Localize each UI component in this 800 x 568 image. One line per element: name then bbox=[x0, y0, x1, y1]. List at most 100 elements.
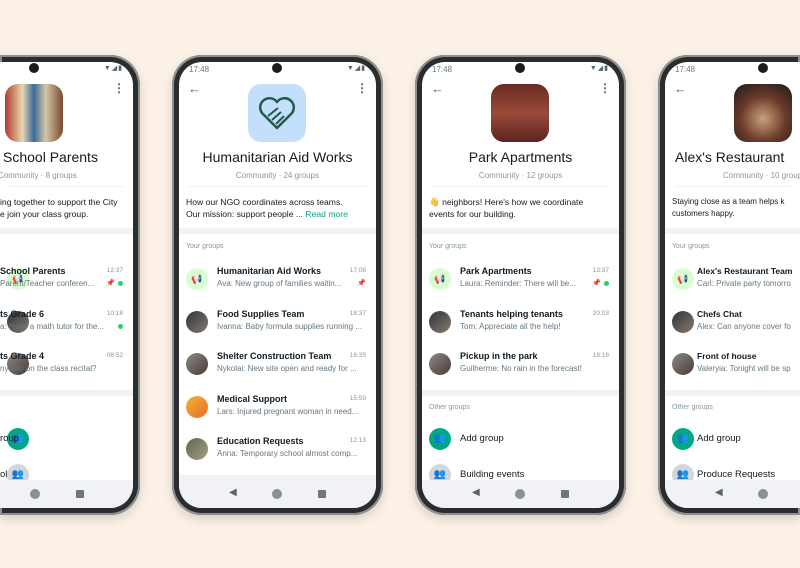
group-name: ts Grade 6 bbox=[0, 308, 45, 319]
description-line: How our NGO coordinates across teams. bbox=[186, 197, 343, 207]
group-preview: Parent/Teacher conferen... bbox=[0, 279, 95, 288]
group-name: Alex's Restaurant Team bbox=[697, 266, 793, 276]
group-name: Pickup in the park bbox=[460, 351, 538, 361]
community-avatar bbox=[734, 84, 792, 142]
add-group-icon: 👥 bbox=[672, 427, 694, 450]
phone-screen: ▼◢▮ ⋮ School Parents Community · 8 groups in… bbox=[0, 62, 133, 508]
nav-recents-button[interactable] bbox=[561, 490, 569, 498]
more-options-icon[interactable]: ⋮ bbox=[356, 81, 368, 95]
group-name: Humanitarian Aid Works bbox=[217, 266, 322, 276]
group-preview: Carl: Private party tomorro bbox=[697, 279, 791, 288]
group-time: 10:18 bbox=[106, 309, 123, 317]
pin-icon: 📌 bbox=[106, 280, 115, 287]
other-group-item[interactable]: 👥 Add group bbox=[665, 427, 800, 468]
nav-back-button[interactable]: ◀ bbox=[472, 487, 480, 498]
description-line: Staying close as a team helps k bbox=[672, 197, 785, 206]
community-avatar bbox=[248, 84, 306, 142]
read-more-link[interactable]: Read more bbox=[305, 209, 348, 219]
announcement-icon: 📢 bbox=[186, 268, 208, 290]
group-list-item[interactable]: ts Grade 6 a: Have a math tutor for the..… bbox=[0, 309, 133, 349]
group-preview: Alex: Can anyone cover fo bbox=[697, 321, 791, 331]
group-name: Chefs Chat bbox=[697, 308, 742, 319]
camera bbox=[272, 63, 282, 73]
back-arrow-icon[interactable]: ← bbox=[431, 81, 444, 96]
group-name: Shelter Construction Team bbox=[217, 351, 332, 361]
group-avatar bbox=[186, 395, 208, 418]
description-line: 👋 neighbors! Here's how we coordinate bbox=[429, 197, 584, 207]
community-title: Humanitarian Aid Works bbox=[202, 149, 353, 165]
description-line: Our mission: support people ... Read mor… bbox=[186, 208, 348, 220]
group-list-item[interactable]: Food Supplies Team Ivanna: Baby formula s… bbox=[179, 309, 376, 349]
nav-back-button[interactable]: ◀ bbox=[229, 487, 237, 498]
other-group-label: ol bbox=[0, 468, 8, 480]
group-name: Food Supplies Team bbox=[217, 308, 305, 319]
nav-recents-button[interactable] bbox=[318, 490, 326, 498]
community-subtitle: Community · 24 groups bbox=[235, 171, 320, 180]
community-description: Staying close as a team helps k customers… bbox=[672, 196, 785, 220]
community-title: School Parents bbox=[3, 149, 98, 165]
divider bbox=[432, 186, 609, 187]
group-list-item[interactable]: 📢 Park Apartments Laura: Reminder: There w… bbox=[422, 266, 619, 306]
more-options-icon[interactable]: ⋮ bbox=[599, 81, 611, 95]
other-group-label: roup bbox=[0, 432, 20, 444]
group-preview: ny info on the class recital? bbox=[0, 364, 97, 373]
other-group-item[interactable]: 👥 Add group bbox=[422, 427, 619, 468]
unread-indicator bbox=[118, 323, 123, 329]
group-list-item[interactable]: Medical Support Lars: Injured pregnant wo… bbox=[179, 394, 376, 434]
group-time: 15:59 bbox=[349, 394, 366, 402]
camera bbox=[515, 63, 525, 73]
group-list-item[interactable]: Shelter Construction Team Nykolai: New si… bbox=[179, 351, 376, 391]
group-list-item[interactable]: ts Grade 4 ny info on the class recital? 0… bbox=[0, 351, 133, 391]
group-list-item[interactable]: Chefs Chat Alex: Can anyone cover fo bbox=[665, 309, 800, 349]
group-avatar bbox=[186, 353, 208, 375]
community-subtitle: Community · 8 groups bbox=[0, 171, 77, 180]
group-preview: Ava: New group of families waitin... bbox=[217, 279, 342, 288]
nav-home-button[interactable] bbox=[515, 489, 525, 499]
group-time: 08:52 bbox=[106, 352, 123, 359]
other-group-label: Produce Requests bbox=[697, 468, 776, 480]
heart-handshake-icon bbox=[259, 97, 295, 130]
group-time: 16:35 bbox=[349, 352, 366, 359]
back-arrow-icon[interactable]: ← bbox=[674, 81, 687, 96]
your-groups-label: Your groups bbox=[672, 243, 710, 250]
section-band bbox=[665, 228, 800, 234]
nav-home-button[interactable] bbox=[758, 489, 768, 499]
navigation-bar: ◀ bbox=[422, 480, 619, 508]
group-list-item[interactable]: 📢 Humanitarian Aid Works Ava: New group of… bbox=[179, 266, 376, 306]
other-group-item[interactable]: 👥 roup bbox=[0, 427, 133, 468]
phone-1: ▼◢▮ ⋮ School Parents Community · 8 groups in… bbox=[0, 55, 140, 515]
group-list-item[interactable]: Pickup in the park Guilherme: No rain in … bbox=[422, 351, 619, 391]
group-list-item[interactable]: Education Requests Anna: Temporary school… bbox=[179, 436, 376, 476]
community-subtitle: Community · 10 group bbox=[723, 171, 800, 180]
pin-icon: 📌 bbox=[357, 280, 366, 287]
pin-icon: 📌 bbox=[592, 280, 601, 287]
group-list-item[interactable]: 📢 School Parents Parent/Teacher conferen..… bbox=[0, 266, 133, 306]
nav-home-button[interactable] bbox=[272, 489, 282, 499]
divider bbox=[189, 186, 366, 187]
group-time: 13:37 bbox=[592, 267, 609, 274]
phone-4: 17:48 ← Alex's Restaurant Community · 10 gr… bbox=[658, 55, 800, 515]
more-options-icon[interactable]: ⋮ bbox=[113, 81, 125, 95]
group-list-item[interactable]: Front of house Valeryia: Tonight will be … bbox=[665, 351, 800, 391]
back-arrow-icon[interactable]: ← bbox=[188, 81, 201, 96]
group-avatar bbox=[429, 310, 451, 333]
description-text: Our mission: support people ... bbox=[186, 209, 306, 219]
group-avatar bbox=[672, 310, 694, 333]
group-avatar bbox=[672, 353, 694, 375]
group-time: 12:13 bbox=[349, 437, 366, 444]
unread-indicator bbox=[604, 281, 609, 286]
section-band bbox=[422, 389, 619, 396]
community-title: Alex's Restaurant bbox=[675, 149, 785, 165]
nav-back-button[interactable]: ◀ bbox=[715, 487, 723, 498]
navigation-bar: ◀ bbox=[665, 480, 800, 508]
unread-indicator bbox=[118, 281, 123, 286]
divider bbox=[10, 186, 123, 187]
phone-screen: 17:48 ▼◢▮ ← ⋮ Humanitarian Aid Works Communit… bbox=[179, 62, 376, 508]
nav-home-button[interactable] bbox=[30, 489, 40, 499]
group-time: 18:18 bbox=[592, 352, 609, 359]
group-list-item[interactable]: 📢 Alex's Restaurant Team Carl: Private par… bbox=[665, 266, 800, 306]
group-preview: Valeryia: Tonight will be sp bbox=[697, 364, 791, 373]
nav-recents-button[interactable] bbox=[76, 490, 84, 498]
group-avatar bbox=[186, 310, 208, 333]
group-list-item[interactable]: Tenants helping tenants Tom: Appreciate a… bbox=[422, 309, 619, 349]
